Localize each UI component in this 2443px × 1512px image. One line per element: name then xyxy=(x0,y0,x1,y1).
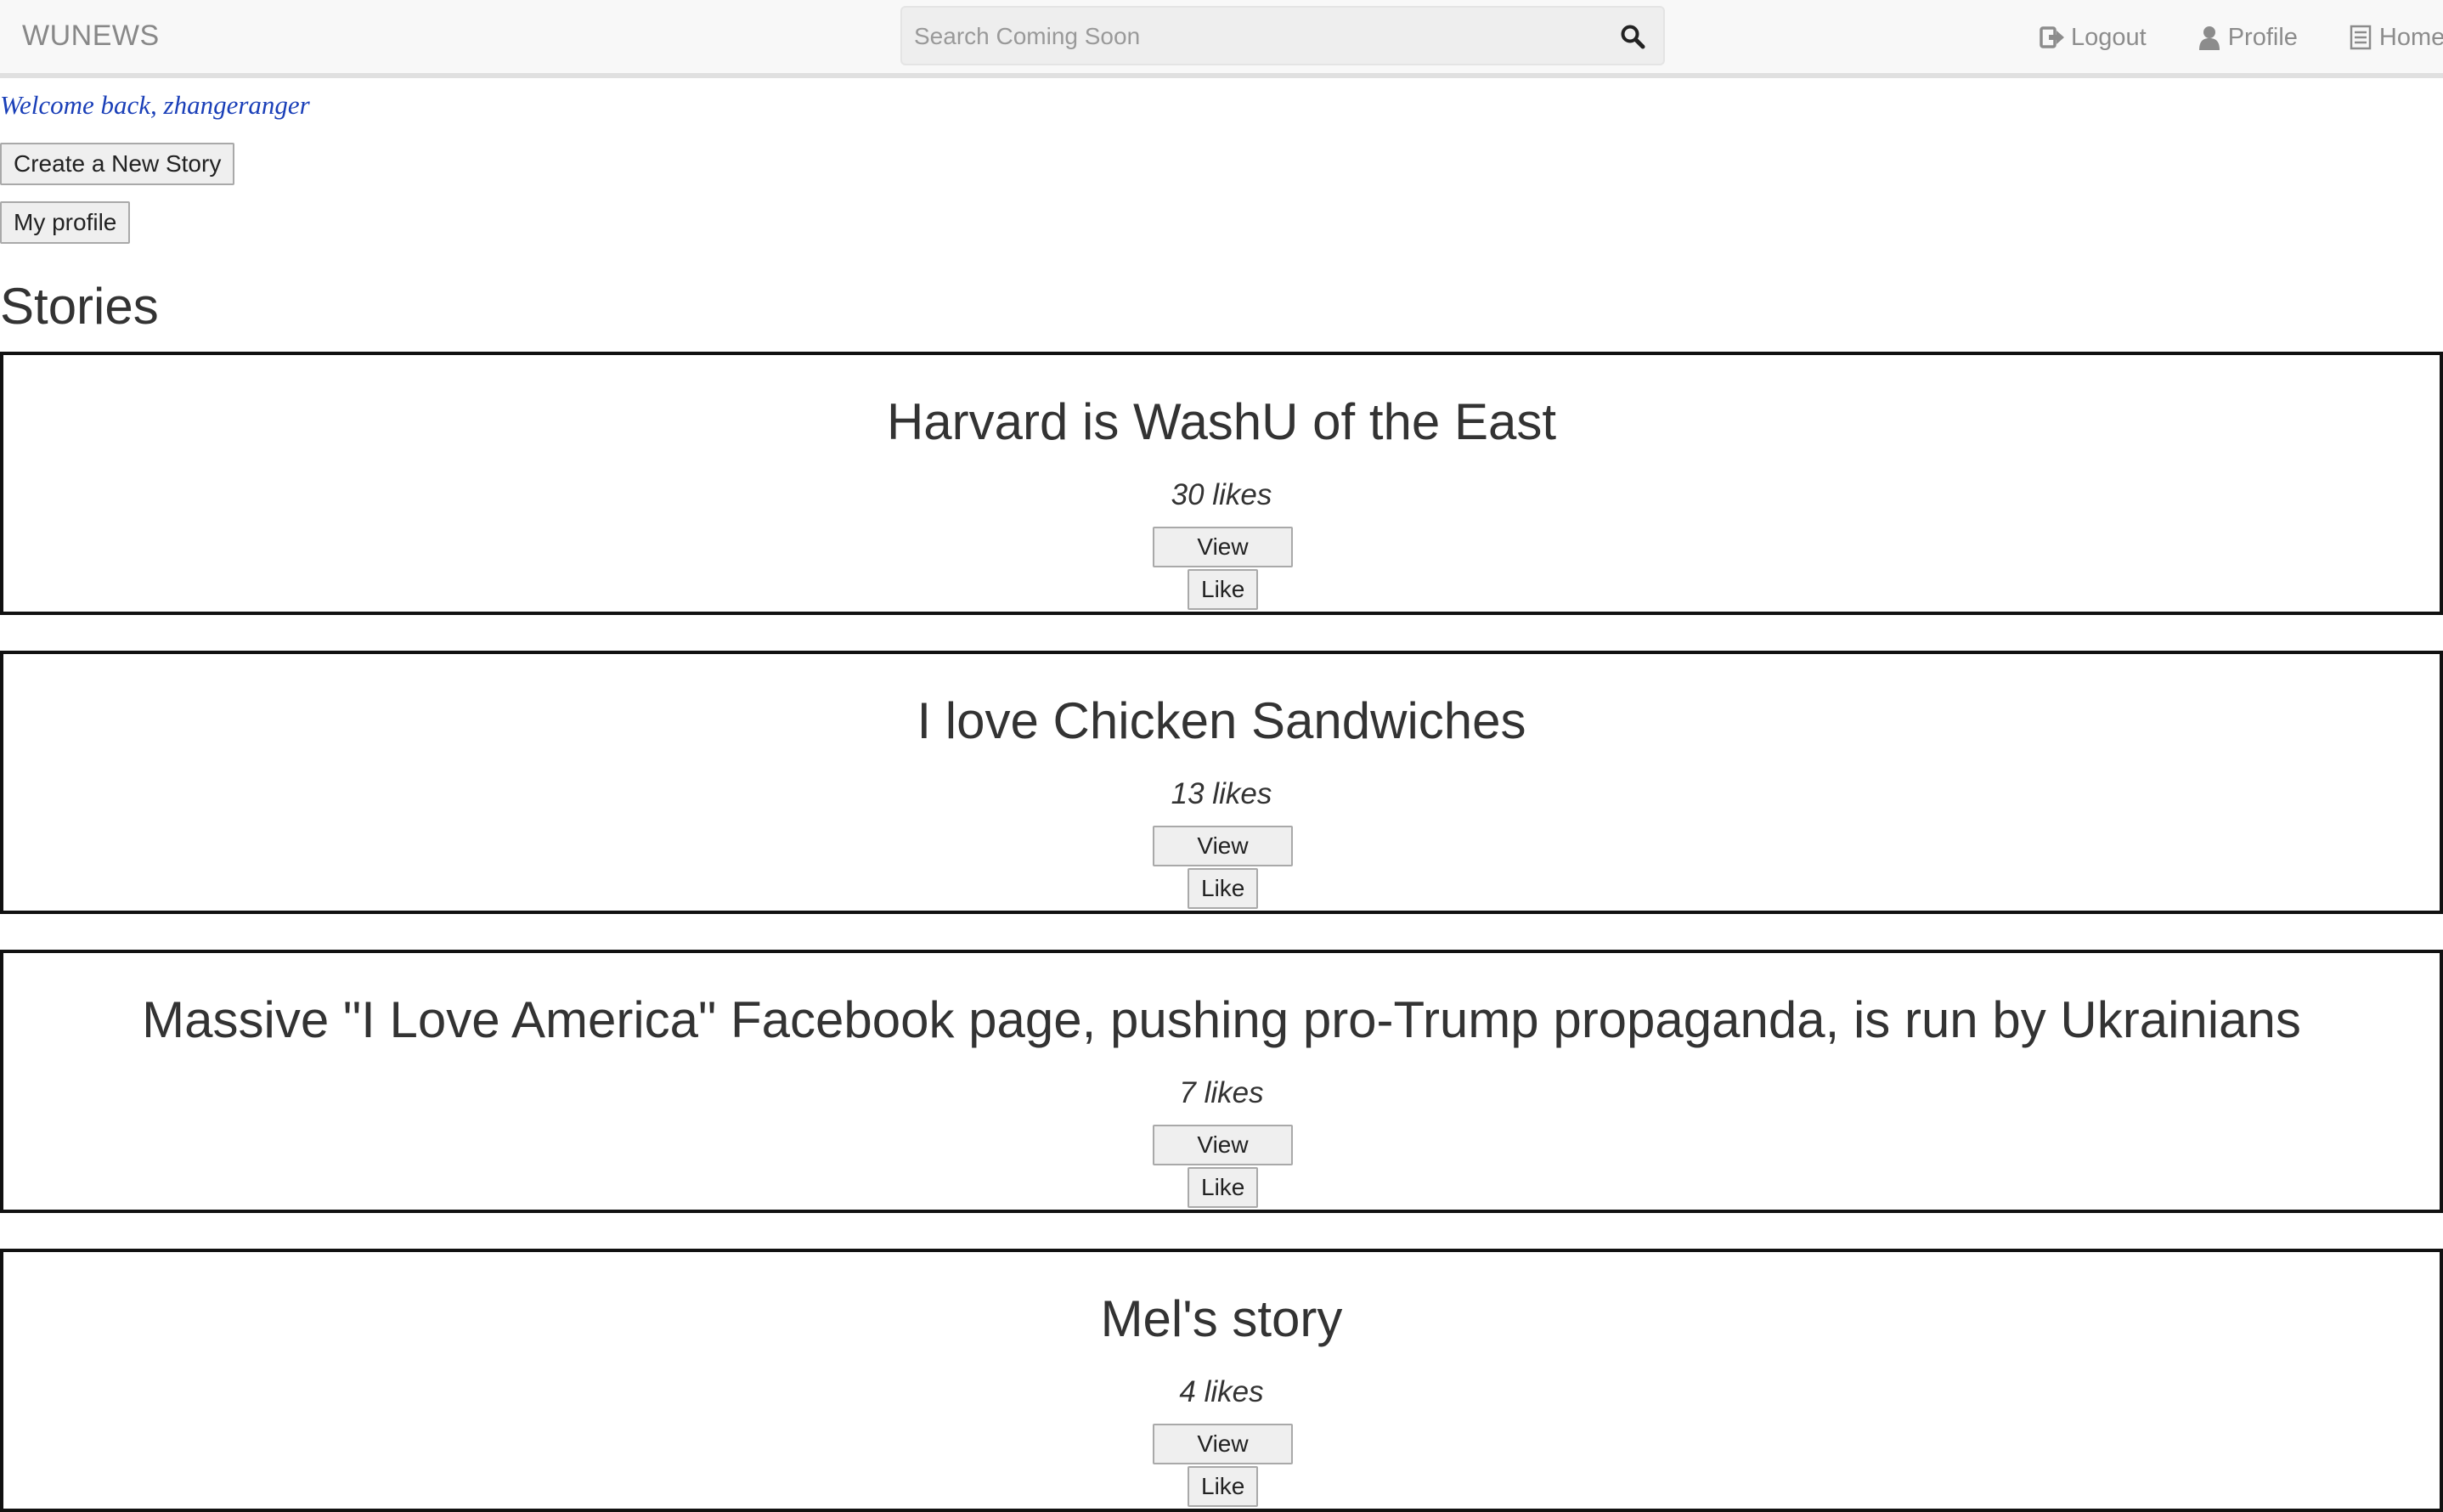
nav-logout-link[interactable]: Logout xyxy=(2039,24,2147,52)
view-story-button[interactable]: View Story xyxy=(1153,527,1293,597)
my-profile-button[interactable]: My profile xyxy=(0,201,131,244)
list-icon xyxy=(2347,24,2374,51)
search-form xyxy=(900,6,1665,65)
story-title: Harvard is WashU of the East xyxy=(886,393,1557,450)
story-card: I love Chicken Sandwiches 13 likes View … xyxy=(0,651,2443,914)
story-title: I love Chicken Sandwiches xyxy=(917,692,1526,749)
welcome-message: Welcome back, zhangeranger xyxy=(0,90,310,120)
nav-profile-link[interactable]: Profile xyxy=(2196,24,2298,52)
view-story-button[interactable]: View Story xyxy=(1153,826,1293,896)
view-story-button[interactable]: View Story xyxy=(1153,1424,1293,1494)
story-title: Mel's story xyxy=(1100,1290,1343,1347)
like-button[interactable]: Like xyxy=(1188,1466,1258,1507)
story-card: Harvard is WashU of the East 30 likes Vi… xyxy=(0,352,2443,615)
search-button[interactable] xyxy=(1616,20,1650,54)
story-likes: 7 likes xyxy=(1179,1076,1264,1109)
navbar: WUNEWS Logout xyxy=(0,0,2443,78)
nav-home-link[interactable]: Home xyxy=(2347,24,2443,52)
stories-heading: Stories xyxy=(0,278,159,335)
story-likes: 30 likes xyxy=(1171,478,1272,511)
story-likes: 4 likes xyxy=(1179,1375,1264,1408)
create-story-button[interactable]: Create a New Story xyxy=(0,143,235,185)
search-input[interactable] xyxy=(912,16,1592,57)
story-title: Massive "I Love America" Facebook page, … xyxy=(142,991,2301,1048)
nav-profile-label: Profile xyxy=(2227,23,2298,51)
brand-link[interactable]: WUNEWS xyxy=(22,17,160,54)
like-button[interactable]: Like xyxy=(1188,569,1258,610)
user-icon xyxy=(2196,24,2223,51)
nav-home-label: Home xyxy=(2378,23,2443,51)
story-card: Massive "I Love America" Facebook page, … xyxy=(0,950,2443,1213)
story-likes: 13 likes xyxy=(1171,777,1272,810)
logout-icon xyxy=(2039,24,2066,51)
nav-links: Logout Profile Home xyxy=(2039,19,2443,56)
view-story-button[interactable]: View Story xyxy=(1153,1125,1293,1195)
story-card: Mel's story 4 likes View Story Like xyxy=(0,1249,2443,1512)
nav-logout-label: Logout xyxy=(2071,23,2147,51)
like-button[interactable]: Like xyxy=(1188,1167,1258,1208)
search-icon xyxy=(1621,25,1645,49)
like-button[interactable]: Like xyxy=(1188,868,1258,909)
